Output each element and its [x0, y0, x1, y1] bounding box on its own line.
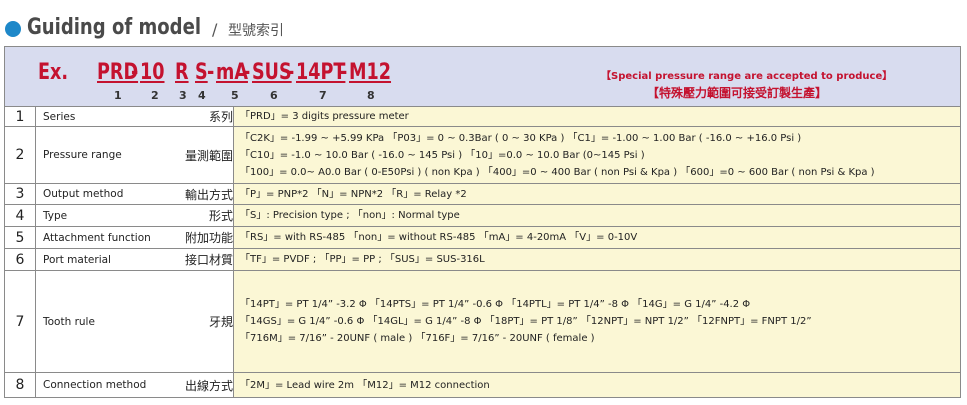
- code-part-tooth: 14PT: [296, 60, 346, 85]
- section-header: Guiding of model / 型號索引: [0, 0, 967, 44]
- row-number: 4: [5, 205, 36, 226]
- value-line: 「14GS」= G 1/4” -0.6 Φ 「14GL」= G 1/4” -8 …: [240, 316, 812, 327]
- table-row: 3 Output method 輸出方式 「P」= PNP*2 「N」= NPN…: [5, 184, 960, 205]
- value-line: 「716M」= 7/16” - 20UNF ( male ) 「716F」= 7…: [240, 333, 595, 344]
- code-part-connection: M12: [349, 60, 392, 85]
- value-line: 「RS」= with RS-485 「non」= without RS-485 …: [240, 232, 638, 243]
- row-label: Output method: [43, 188, 124, 200]
- code-part-output: R: [175, 60, 189, 85]
- section-title: Guiding of model: [27, 15, 202, 40]
- table-row: 4 Type 形式 「S」: Precision type ; 「non」: N…: [5, 205, 960, 227]
- code-part-type: S: [195, 60, 208, 85]
- table-row: 8 Connection method 出線方式 「2M」= Lead wire…: [5, 373, 960, 397]
- table-row: 1 Series 系列 「PRD」= 3 digits pressure met…: [5, 107, 960, 127]
- value-line: 「14PT」= PT 1/4” -3.2 Φ 「14PTS」= PT 1/4” …: [240, 299, 751, 310]
- bullet-icon: [5, 21, 21, 37]
- code-dash: -: [287, 60, 295, 85]
- row-number: 1: [5, 107, 36, 126]
- title-separator: /: [212, 20, 218, 39]
- section-title-chinese: 型號索引: [228, 23, 284, 39]
- model-guide-table: Ex. PRD - 10 R S - mA - SUS - 14PT - M12…: [4, 46, 961, 398]
- value-line: 「S」: Precision type ; 「non」: Normal type: [240, 210, 460, 221]
- row-label: Port material: [43, 253, 111, 266]
- row-value: 「PRD」= 3 digits pressure meter: [233, 107, 960, 126]
- value-line: 「TF」= PVDF ; 「PP」= PP ; 「SUS」= SUS-316L: [240, 254, 485, 265]
- row-number: 5: [5, 227, 36, 248]
- table-row: 5 Attachment function 附加功能 「RS」= with RS…: [5, 227, 960, 249]
- example-label: Ex.: [38, 60, 69, 85]
- position-number: 3: [179, 89, 187, 102]
- code-dash: -: [340, 60, 348, 85]
- example-code-band: Ex. PRD - 10 R S - mA - SUS - 14PT - M12…: [5, 47, 960, 107]
- row-label-chinese: 接口材質: [184, 253, 233, 267]
- code-dash: -: [131, 60, 139, 85]
- row-number: 7: [5, 271, 36, 372]
- row-value: 「P」= PNP*2 「N」= NPN*2 「R」= Relay *2: [233, 184, 960, 204]
- row-label-chinese: 形式: [208, 209, 233, 223]
- row-value: 「C2K」= -1.99 ~ +5.99 KPa 「P03」= 0 ~ 0.3B…: [233, 127, 960, 183]
- row-value: 「14PT」= PT 1/4” -3.2 Φ 「14PTS」= PT 1/4” …: [233, 271, 960, 372]
- table-row: 6 Port material 接口材質 「TF」= PVDF ; 「PP」= …: [5, 249, 960, 271]
- row-number: 2: [5, 127, 36, 183]
- row-label: Attachment function: [43, 231, 151, 244]
- row-number: 3: [5, 184, 36, 204]
- row-label-chinese: 輸出方式: [184, 187, 233, 202]
- code-dash: -: [243, 60, 251, 85]
- table-row: 7 Tooth rule 牙規 「14PT」= PT 1/4” -3.2 Φ 「…: [5, 271, 960, 373]
- position-number: 1: [114, 89, 122, 102]
- row-label-chinese: 牙規: [208, 315, 233, 329]
- code-part-range: 10: [140, 60, 165, 85]
- row-label: Series: [43, 110, 76, 123]
- row-number: 8: [5, 373, 36, 397]
- row-label-chinese: 出線方式: [184, 378, 233, 393]
- row-value: 「RS」= with RS-485 「non」= without RS-485 …: [233, 227, 960, 248]
- value-line: 「100」= 0.0~ A0.0 Bar ( 0-E50Psi ) ( non …: [240, 166, 875, 178]
- row-label-chinese: 系列: [208, 110, 233, 124]
- table-row: 2 Pressure range 量測範圍 「C2K」= -1.99 ~ +5.…: [5, 127, 960, 184]
- position-number: 6: [270, 89, 278, 102]
- position-number: 2: [151, 89, 159, 102]
- value-line: 「2M」= Lead wire 2m 「M12」= M12 connection: [240, 379, 490, 391]
- row-label-chinese: 量測範圍: [184, 148, 233, 163]
- row-label-chinese: 附加功能: [184, 231, 233, 245]
- row-label: Connection method: [43, 379, 147, 391]
- row-value: 「S」: Precision type ; 「non」: Normal type: [233, 205, 960, 226]
- row-label: Pressure range: [43, 149, 122, 161]
- position-number: 7: [319, 89, 327, 102]
- row-number: 6: [5, 249, 36, 270]
- row-label: Type: [43, 209, 68, 222]
- position-number: 8: [367, 89, 375, 102]
- code-part-material: SUS: [252, 60, 292, 85]
- special-range-note-chinese: 【特殊壓力範圍可接受訂製生產】: [647, 86, 828, 100]
- value-line: 「C2K」= -1.99 ~ +5.99 KPa 「P03」= 0 ~ 0.3B…: [240, 132, 802, 144]
- value-line: 「C10」= -1.0 ~ 10.0 Bar ( -16.0 ~ 145 Psi…: [240, 149, 645, 161]
- row-value: 「TF」= PVDF ; 「PP」= PP ; 「SUS」= SUS-316L: [233, 249, 960, 270]
- value-line: 「PRD」= 3 digits pressure meter: [240, 111, 409, 122]
- position-number: 5: [231, 89, 239, 102]
- value-line: 「P」= PNP*2 「N」= NPN*2 「R」= Relay *2: [240, 188, 467, 200]
- special-range-note: 【Special pressure range are accepted to …: [601, 71, 893, 82]
- row-value: 「2M」= Lead wire 2m 「M12」= M12 connection: [233, 373, 960, 397]
- code-dash: -: [207, 60, 215, 85]
- position-number: 4: [198, 89, 206, 102]
- row-label: Tooth rule: [43, 315, 95, 328]
